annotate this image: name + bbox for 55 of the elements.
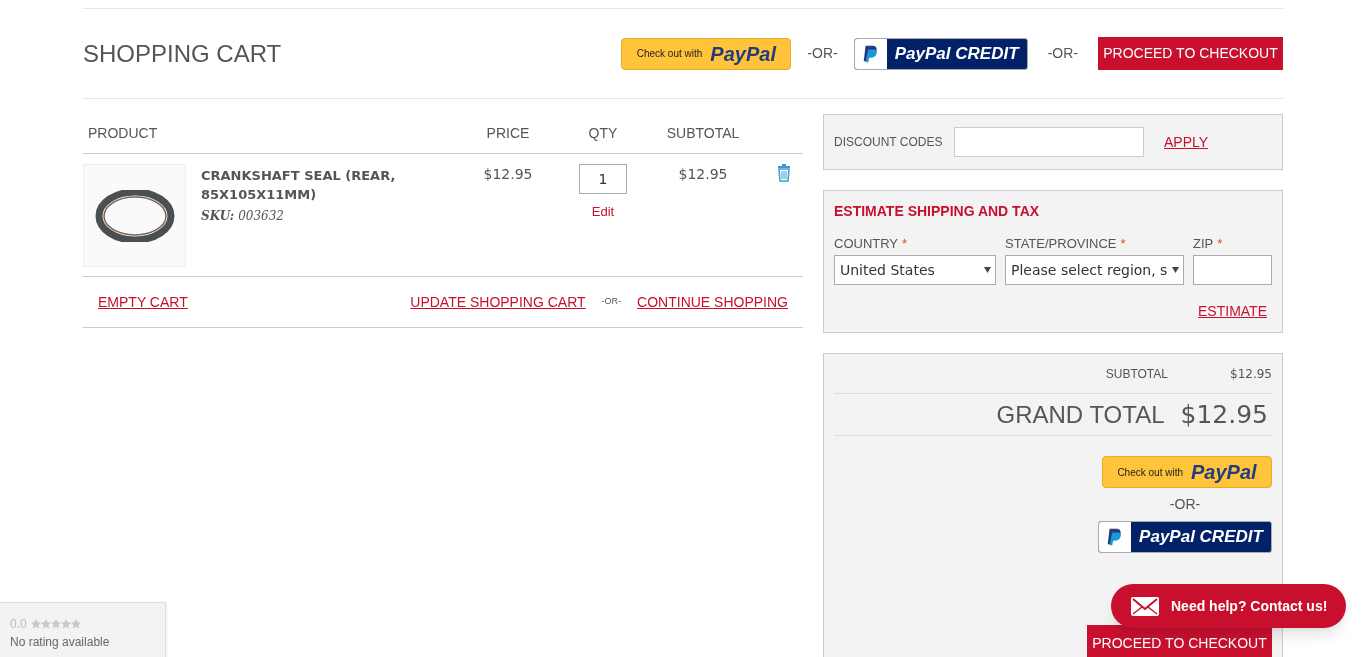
envelope-icon xyxy=(1131,596,1159,616)
or-separator: -OR- xyxy=(1169,495,1201,514)
star-icon xyxy=(40,619,51,629)
item-price: $12.95 xyxy=(482,165,534,184)
column-header: QTY xyxy=(587,124,619,143)
sku-label: SKU: xyxy=(201,208,235,225)
paypal-credit-button[interactable]: PayPal CREDIT xyxy=(853,37,1028,70)
checkout-button[interactable]: PROCEED TO CHECKOUT xyxy=(1098,37,1283,70)
apply-link[interactable]: APPLY xyxy=(1164,131,1209,153)
discount-code-field[interactable] xyxy=(954,127,1144,157)
page-title: SHOPPING CART xyxy=(83,38,283,69)
or-separator: -OR- xyxy=(601,295,622,309)
column-header: PRODUCT xyxy=(87,124,159,143)
required-mark: * xyxy=(1217,235,1223,252)
column-header: PRICE xyxy=(485,124,531,143)
zip-field[interactable] xyxy=(1193,255,1272,285)
sku-value: 003632 xyxy=(238,208,284,225)
quantity-field[interactable]: 1 xyxy=(579,164,627,194)
trash-icon xyxy=(777,164,791,182)
estimate-link[interactable]: ESTIMATE xyxy=(1198,301,1267,322)
rating-text: No rating available xyxy=(10,634,111,651)
delete-button[interactable] xyxy=(777,164,791,182)
empty-cart-link[interactable]: EMPTY CART xyxy=(98,291,188,313)
dropdown-caret-icon xyxy=(984,267,991,273)
dropdown-caret-icon xyxy=(1172,267,1179,273)
star-icon xyxy=(50,619,61,629)
edit-link[interactable]: Edit xyxy=(591,202,615,222)
section-title: ESTIMATE SHIPPING AND TAX xyxy=(834,202,1041,221)
star-icon xyxy=(30,619,41,629)
star-icon xyxy=(70,619,81,629)
dropdown-field[interactable]: Please select region, s xyxy=(1005,255,1184,285)
paypal-checkout-button[interactable]: Check out with PayPal xyxy=(621,37,792,70)
or-separator: -OR- xyxy=(807,44,838,63)
update-cart-link[interactable]: UPDATE SHOPPING CART xyxy=(410,291,586,313)
item-subtotal: $12.95 xyxy=(677,165,729,184)
checkout-button[interactable]: PROCEED TO CHECKOUT xyxy=(1087,625,1272,657)
required-mark: * xyxy=(1120,235,1126,252)
paypal-checkout-button[interactable]: Check out with PayPal xyxy=(1102,456,1272,488)
paypal-credit-button[interactable]: PayPal CREDIT xyxy=(1098,521,1272,553)
field-label: STATE/PROVINCE xyxy=(1005,235,1117,252)
column-header: SUBTOTAL xyxy=(665,124,741,143)
discount-label: DISCOUNT CODES xyxy=(834,134,944,151)
subtotal-label: SUBTOTAL xyxy=(1105,365,1168,383)
product-name[interactable]: CRANKSHAFT SEAL (REAR, 85X105X11MM) xyxy=(201,166,431,204)
grand-total-label: GRAND TOTAL xyxy=(996,399,1165,430)
dropdown-field[interactable]: United States xyxy=(834,255,996,285)
grand-total-value: $12.95 xyxy=(1180,398,1268,431)
subtotal-value: $12.95 xyxy=(1230,365,1272,383)
field-label: COUNTRY xyxy=(834,235,899,252)
star-icon xyxy=(60,619,71,629)
continue-shopping-link[interactable]: CONTINUE SHOPPING xyxy=(637,291,788,313)
required-mark: * xyxy=(902,235,908,252)
or-separator: -OR- xyxy=(1047,44,1078,63)
help-chat-toast[interactable]: Need help? Contact us! xyxy=(1111,584,1346,628)
field-label: ZIP xyxy=(1193,235,1214,252)
